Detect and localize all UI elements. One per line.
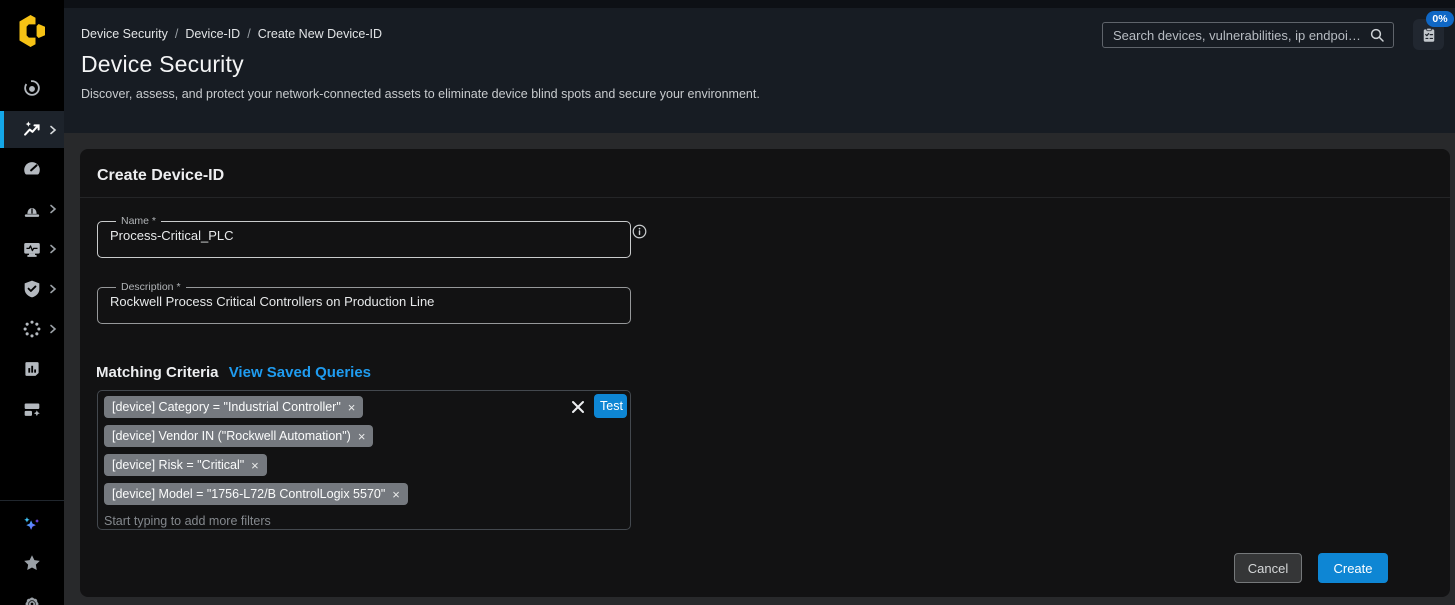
breadcrumb-separator: / <box>247 27 250 41</box>
create-button[interactable]: Create <box>1318 553 1388 583</box>
chevron-right-icon <box>47 323 59 335</box>
chip-remove-icon[interactable]: × <box>251 459 259 472</box>
chevron-right-icon <box>47 203 59 215</box>
page-title: Device Security <box>81 51 244 78</box>
search-input[interactable] <box>1111 27 1369 44</box>
filter-chip-label: [device] Category = "Industrial Controll… <box>112 400 341 414</box>
sidebar-item-widgets[interactable] <box>0 391 64 427</box>
sidebar-item-reports[interactable] <box>0 351 64 387</box>
chip-remove-icon[interactable]: × <box>358 430 366 443</box>
chevron-right-icon <box>47 124 59 136</box>
breadcrumb-device-id[interactable]: Device-ID <box>185 27 240 41</box>
report-chart-icon <box>21 358 43 380</box>
description-field[interactable]: Description * <box>97 281 631 324</box>
info-icon[interactable] <box>632 224 647 239</box>
filter-chip-vendor[interactable]: [device] Vendor IN ("Rockwell Automation… <box>104 425 373 447</box>
breadcrumb-device-security[interactable]: Device Security <box>81 27 168 41</box>
test-button[interactable]: Test <box>594 394 627 418</box>
armis-logo-icon[interactable] <box>14 13 50 49</box>
search-icon[interactable] <box>1369 27 1385 43</box>
sidebar-item-alerts[interactable] <box>0 191 64 227</box>
filter-chip-label: [device] Risk = "Critical" <box>112 458 244 472</box>
progress-badge: 0% <box>1426 11 1454 27</box>
panel-divider <box>80 197 1450 198</box>
settings-gear-icon <box>21 593 43 605</box>
window-top-strip <box>64 0 1455 8</box>
sidebar-item-settings[interactable] <box>0 586 64 605</box>
filter-chip-category[interactable]: [device] Category = "Industrial Controll… <box>104 396 363 418</box>
shield-check-icon <box>21 278 43 300</box>
sidebar-item-processing[interactable] <box>0 311 64 347</box>
chevron-right-icon <box>47 243 59 255</box>
description-field-label: Description * <box>116 281 186 293</box>
page-subtitle: Discover, assess, and protect your netwo… <box>81 87 760 101</box>
dotted-ring-icon <box>21 318 43 340</box>
global-search[interactable] <box>1102 22 1394 48</box>
activity-monitor-icon <box>21 238 43 260</box>
sidebar-item-dashboard[interactable] <box>0 151 64 187</box>
sidebar-item-favorites[interactable] <box>0 545 64 581</box>
view-saved-queries-link[interactable]: View Saved Queries <box>229 364 371 381</box>
widget-plus-icon <box>21 398 43 420</box>
breadcrumb-separator: / <box>175 27 178 41</box>
chip-remove-icon[interactable]: × <box>348 401 356 414</box>
filter-chip-label: [device] Vendor IN ("Rockwell Automation… <box>112 429 351 443</box>
sidebar-item-radar[interactable] <box>0 70 64 106</box>
name-input[interactable] <box>110 227 618 249</box>
favorites-star-icon <box>21 552 43 574</box>
chevron-right-icon <box>47 283 59 295</box>
device-security-icon <box>21 119 43 141</box>
sidebar <box>0 0 64 605</box>
filter-chip-model[interactable]: [device] Model = "1756-L72/B ControlLogi… <box>104 483 408 505</box>
sidebar-item-device-security[interactable] <box>0 111 64 148</box>
gauge-icon <box>21 158 43 180</box>
breadcrumb-create-new-device-id[interactable]: Create New Device-ID <box>258 27 382 41</box>
matching-criteria-row: Matching Criteria View Saved Queries <box>96 364 371 381</box>
tasks-checklist-icon <box>1420 26 1438 44</box>
description-input[interactable] <box>110 293 618 315</box>
sidebar-item-activity[interactable] <box>0 231 64 267</box>
alarm-siren-icon <box>21 198 43 220</box>
name-field-label: Name * <box>116 215 161 227</box>
name-field[interactable]: Name * <box>97 215 631 258</box>
create-device-id-panel: Create Device-ID Name * Description * Ma… <box>80 149 1450 597</box>
matching-criteria-label: Matching Criteria <box>96 364 219 381</box>
chip-remove-icon[interactable]: × <box>392 488 400 501</box>
page-header: Device Security / Device-ID / Create New… <box>64 0 1455 133</box>
panel-title: Create Device-ID <box>97 167 224 185</box>
matching-criteria-filter-box[interactable]: [device] Category = "Industrial Controll… <box>97 390 631 530</box>
breadcrumb: Device Security / Device-ID / Create New… <box>81 27 382 41</box>
filter-chip-risk[interactable]: [device] Risk = "Critical" × <box>104 454 267 476</box>
ai-sparkles-icon <box>21 513 43 535</box>
radar-icon <box>21 77 43 99</box>
sidebar-divider <box>0 500 64 501</box>
filter-chip-label: [device] Model = "1756-L72/B ControlLogi… <box>112 487 385 501</box>
filter-input[interactable] <box>104 512 404 530</box>
cancel-button[interactable]: Cancel <box>1234 553 1302 583</box>
clear-filters-icon[interactable] <box>569 398 587 416</box>
sidebar-item-compliance[interactable] <box>0 271 64 307</box>
sidebar-item-ai-assistant[interactable] <box>0 506 64 542</box>
